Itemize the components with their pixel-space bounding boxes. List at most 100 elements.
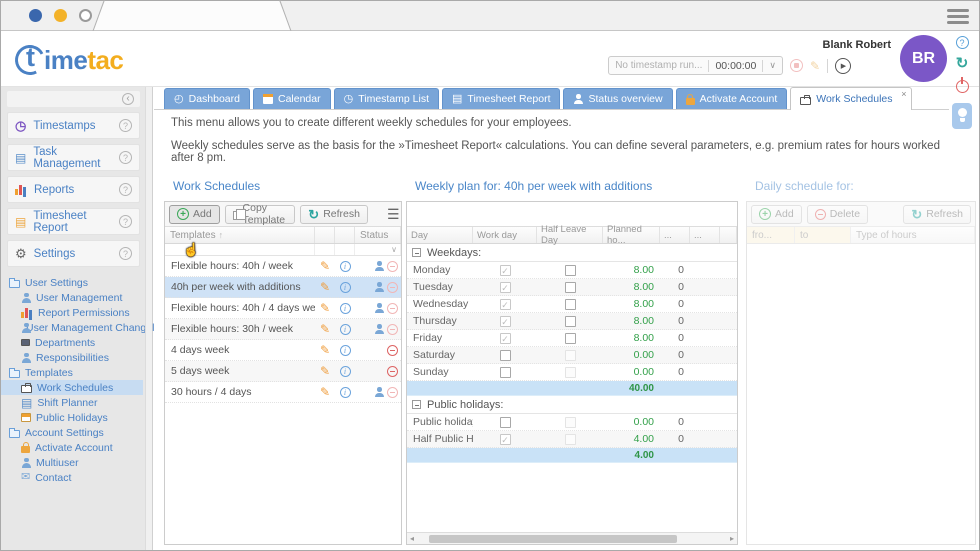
column-header-from[interactable]: fro... <box>747 227 795 243</box>
weekly-row[interactable]: Monday8.000 <box>407 262 737 279</box>
status-filter[interactable]: ∨ <box>355 244 401 255</box>
tree-item-public-holidays[interactable]: Public Holidays <box>1 410 143 425</box>
group-row[interactable]: Public holidays: <box>407 396 737 414</box>
window-control-dot[interactable] <box>29 9 42 22</box>
tree-item-activate-account[interactable]: Activate Account <box>1 440 143 455</box>
template-row[interactable]: Flexible hours: 40h / 4 days week ✎ i <box>165 298 401 319</box>
weekly-column-header[interactable]: Work day <box>473 227 537 243</box>
weekly-column-header[interactable] <box>720 227 737 243</box>
edit-icon[interactable]: ✎ <box>320 386 330 398</box>
tree-item-report-permissions[interactable]: Report Permissions <box>1 305 143 320</box>
assigned-user-icon[interactable] <box>374 303 384 313</box>
tab-status-overview[interactable]: Status overview <box>563 88 672 109</box>
tree-item-multiuser[interactable]: Multiuser <box>1 455 143 470</box>
sidebar-item-task-management[interactable]: ▤ Task Management ? <box>7 144 140 171</box>
assigned-user-icon[interactable] <box>374 324 384 334</box>
group-row[interactable]: Weekdays: <box>407 244 737 262</box>
weekly-row[interactable]: Friday8.000 <box>407 330 737 347</box>
column-header-to[interactable]: to <box>795 227 851 243</box>
checkbox[interactable] <box>500 367 511 378</box>
stop-timestamp-icon[interactable] <box>790 59 803 72</box>
tab-timestamp-list[interactable]: Timestamp List <box>334 88 439 109</box>
column-header-info[interactable] <box>335 227 355 243</box>
help-icon[interactable]: ? <box>119 119 132 132</box>
template-row[interactable]: 40h per week with additions ✎ i <box>165 277 401 298</box>
info-icon[interactable]: i <box>340 303 351 314</box>
collapse-icon[interactable] <box>412 400 421 409</box>
add-button[interactable]: + Add <box>169 205 220 224</box>
horizontal-scrollbar[interactable]: ◂ ▸ <box>407 532 737 544</box>
deactivate-icon[interactable] <box>387 366 398 377</box>
tab-work-schedules[interactable]: Work Schedules × <box>790 87 911 110</box>
start-timestamp-button[interactable]: ▶ <box>835 58 851 74</box>
tree-item-user-management[interactable]: User Management <box>1 290 143 305</box>
tree-item-templates[interactable]: Templates <box>1 365 143 380</box>
weekly-column-header[interactable]: Half Leave Day <box>537 227 603 243</box>
tree-item-work-schedules[interactable]: Work Schedules <box>1 380 143 395</box>
checkbox[interactable] <box>565 316 576 327</box>
tab-calendar[interactable]: Calendar <box>253 88 331 109</box>
scroll-right-icon[interactable]: ▸ <box>730 534 734 543</box>
edit-icon[interactable]: ✎ <box>320 344 330 356</box>
delete-button[interactable]: Delete <box>807 205 868 224</box>
copy-template-button[interactable]: Copy Template <box>225 205 296 224</box>
template-row[interactable]: 5 days week ✎ i <box>165 361 401 382</box>
weekly-column-header[interactable]: Day <box>407 227 473 243</box>
checkbox[interactable] <box>565 333 576 344</box>
weekly-row[interactable]: Public holiday0.000 <box>407 414 737 431</box>
tab-dashboard[interactable]: Dashboard <box>164 88 250 109</box>
weekly-column-header[interactable]: Planned ho... <box>603 227 660 243</box>
tab-activate-account[interactable]: Activate Account <box>676 88 788 109</box>
weekly-row[interactable]: Thursday8.000 <box>407 313 737 330</box>
template-row[interactable]: 4 days week ✎ i <box>165 340 401 361</box>
close-icon[interactable]: × <box>901 89 906 99</box>
template-row[interactable]: Flexible hours: 30h / week ✎ i <box>165 319 401 340</box>
edit-icon[interactable]: ✎ <box>320 365 330 377</box>
list-menu-icon[interactable]: ☰ <box>387 207 400 221</box>
checkbox[interactable] <box>500 417 511 428</box>
lightbulb-button[interactable] <box>952 103 972 129</box>
template-row[interactable]: 30 hours / 4 days ✎ i <box>165 382 401 403</box>
info-icon[interactable]: i <box>340 387 351 398</box>
tree-item-responsibilities[interactable]: Responsibilities <box>1 350 143 365</box>
window-control-dot[interactable] <box>54 9 67 22</box>
refresh-icon[interactable]: ↻ <box>956 56 969 71</box>
tree-item-shift-planner[interactable]: ▤ Shift Planner <box>1 395 143 410</box>
sidebar-item-timestamps[interactable]: ◷ Timestamps ? <box>7 112 140 139</box>
column-header-templates[interactable]: Templates ↑ <box>165 227 315 243</box>
sidebar-collapse-button[interactable]: ‹ <box>7 91 140 107</box>
info-icon[interactable]: i <box>340 324 351 335</box>
logout-power-icon[interactable] <box>956 80 969 93</box>
refresh-button[interactable]: ↻ Refresh <box>903 205 971 224</box>
edit-icon[interactable]: ✎ <box>320 323 330 335</box>
edit-timestamp-icon[interactable]: ✎ <box>810 60 820 72</box>
tree-item-user-management-changelog[interactable]: User Management Changelog <box>1 320 143 335</box>
assigned-user-icon[interactable] <box>374 282 384 292</box>
avatar[interactable]: BR <box>900 35 947 82</box>
help-icon[interactable]: ? <box>119 183 132 196</box>
checkbox[interactable] <box>565 299 576 310</box>
browser-menu-icon[interactable] <box>947 6 969 27</box>
help-icon[interactable]: ? <box>119 215 132 228</box>
info-icon[interactable]: i <box>340 345 351 356</box>
deactivate-icon[interactable] <box>387 387 398 398</box>
window-control-dot[interactable] <box>79 9 92 22</box>
tree-item-departments[interactable]: Departments <box>1 335 143 350</box>
column-header-edit[interactable] <box>315 227 335 243</box>
info-icon[interactable]: i <box>340 261 351 272</box>
weekly-column-header[interactable]: ... <box>690 227 720 243</box>
weekly-row[interactable]: Saturday0.000 <box>407 347 737 364</box>
weekly-row[interactable]: Sunday0.000 <box>407 364 737 381</box>
browser-tab[interactable] <box>93 1 291 30</box>
template-row[interactable]: Flexible hours: 40h / week ✎ i <box>165 256 401 277</box>
collapse-icon[interactable] <box>412 248 421 257</box>
weekly-row[interactable]: Half Public Holid...4.000 <box>407 431 737 448</box>
timestamp-dropdown[interactable]: No timestamp run... 00:00:00 ∨ <box>608 56 783 75</box>
info-icon[interactable]: i <box>340 282 351 293</box>
checkbox[interactable] <box>500 350 511 361</box>
column-header-status[interactable]: Status <box>355 227 401 243</box>
tree-item-account-settings[interactable]: Account Settings <box>1 425 143 440</box>
sidebar-item-reports[interactable]: Reports ? <box>7 176 140 203</box>
scrollbar-thumb[interactable] <box>429 535 677 543</box>
help-icon[interactable]: ? <box>956 36 969 49</box>
